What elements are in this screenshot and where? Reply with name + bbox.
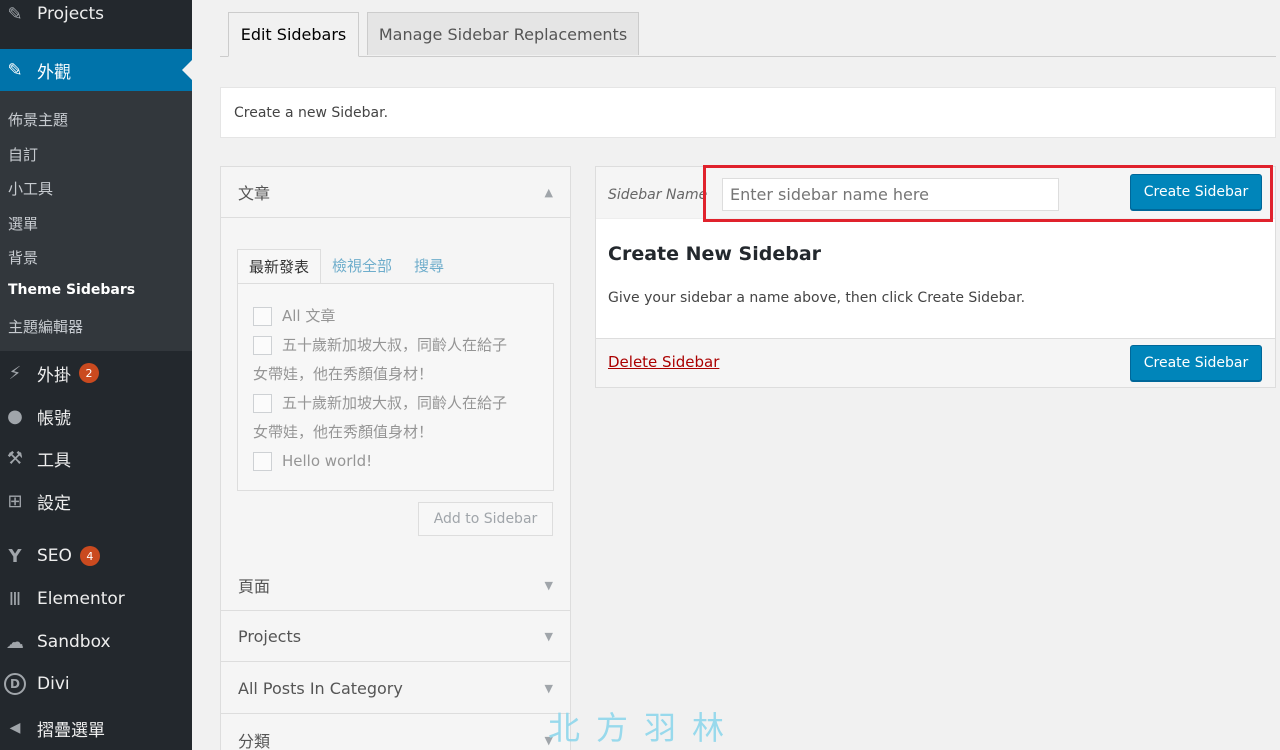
- checkbox[interactable]: [253, 307, 272, 326]
- update-badge: 2: [79, 363, 99, 383]
- submenu-item-widgets[interactable]: 小工具: [8, 178, 53, 199]
- list-item[interactable]: 五十歲新加坡大叔，同齡人在給子: [253, 331, 507, 360]
- panel-footer: Delete Sidebar Create Sidebar: [596, 338, 1275, 387]
- accordion-section-categories[interactable]: 分類 ▼: [221, 715, 570, 750]
- list-item-continuation: 女帶娃，他在秀顏值身材！: [253, 423, 434, 441]
- menu-item-elementor[interactable]: Ⅲ Elementor: [0, 578, 192, 620]
- menu-item-seo[interactable]: Y SEO 4: [0, 535, 192, 577]
- accordion-section-all-posts-in-category[interactable]: All Posts In Category ▼: [221, 663, 570, 714]
- yoast-icon: Y: [8, 545, 22, 567]
- divi-icon: D: [4, 673, 26, 695]
- tabs-divider: [220, 56, 1276, 57]
- posts-checklist: All 文章 五十歲新加坡大叔，同齡人在給子 女帶娃，他在秀顏值身材！ 五十歲新…: [237, 283, 554, 491]
- pin-icon: ✎: [7, 3, 23, 25]
- user-icon: ●: [7, 405, 23, 427]
- create-sidebar-button-bottom[interactable]: Create Sidebar: [1130, 345, 1262, 381]
- list-item[interactable]: 五十歲新加坡大叔，同齡人在給子: [253, 389, 507, 418]
- plugin-icon: ⚡: [8, 362, 22, 384]
- submenu-item-customize[interactable]: 自訂: [8, 144, 38, 165]
- list-item-continuation: 女帶娃，他在秀顏值身材！: [253, 365, 434, 383]
- sidebar-name-label: Sidebar Name: [608, 187, 708, 203]
- collapse-icon: ◀: [9, 720, 21, 736]
- menu-item-sandbox[interactable]: ☁ Sandbox: [0, 621, 192, 663]
- chevron-down-icon: ▼: [544, 681, 553, 695]
- tab-view-all[interactable]: 檢視全部: [321, 249, 403, 284]
- menu-item-settings[interactable]: ⊞ 設定: [0, 480, 192, 522]
- menu-item-divi[interactable]: D Divi: [0, 663, 192, 705]
- add-to-sidebar-button[interactable]: Add to Sidebar: [418, 502, 553, 536]
- submenu-item-menus[interactable]: 選單: [8, 213, 38, 234]
- panel-description: Give your sidebar a name above, then cli…: [608, 290, 1026, 306]
- submenu-item-themes[interactable]: 佈景主題: [8, 109, 68, 130]
- checkbox[interactable]: [253, 336, 272, 355]
- tab-edit-sidebars[interactable]: Edit Sidebars: [228, 12, 359, 57]
- posts-subtabs: 最新發表 檢視全部 搜尋: [237, 249, 455, 284]
- chevron-down-icon: ▼: [544, 629, 553, 643]
- notice-text: Create a new Sidebar.: [234, 104, 389, 121]
- menu-item-users[interactable]: ● 帳號: [0, 395, 192, 437]
- settings-icon: ⊞: [7, 490, 23, 512]
- menu-item-projects[interactable]: ✎ Projects: [0, 0, 192, 28]
- collapse-menu-button[interactable]: ◀ 摺疊選單: [0, 707, 192, 749]
- seo-badge: 4: [79, 546, 100, 566]
- cloud-icon: ☁: [6, 631, 24, 653]
- list-item[interactable]: All 文章: [253, 302, 335, 331]
- chevron-up-icon: ▲: [544, 185, 553, 199]
- section-title: 頁面: [238, 577, 271, 596]
- submenu-item-background[interactable]: 背景: [8, 247, 38, 268]
- chevron-down-icon: ▼: [544, 578, 553, 592]
- section-title: 文章: [238, 184, 271, 203]
- accordion-section-posts[interactable]: 文章 ▲: [221, 167, 570, 218]
- menu-item-tools[interactable]: ⚒ 工具: [0, 437, 192, 479]
- list-item[interactable]: Hello world!: [253, 447, 372, 476]
- posts-panel: 最新發表 檢視全部 搜尋 All 文章 五十歲新加坡大叔，同齡人在給子 女帶娃，…: [221, 219, 570, 559]
- submenu-item-theme-editor[interactable]: 主題編輯器: [8, 316, 83, 337]
- submenu-item-theme-sidebars[interactable]: Theme Sidebars: [8, 282, 135, 298]
- section-title: All Posts In Category: [238, 678, 403, 698]
- accordion-section-pages[interactable]: 頁面 ▼: [221, 560, 570, 611]
- tab-manage-sidebar-replacements[interactable]: Manage Sidebar Replacements: [367, 12, 639, 55]
- notice-box: Create a new Sidebar.: [220, 87, 1276, 138]
- tab-most-recent[interactable]: 最新發表: [237, 249, 322, 284]
- wrench-icon: ⚒: [6, 447, 24, 469]
- panel-title: Create New Sidebar: [608, 243, 822, 265]
- delete-sidebar-link[interactable]: Delete Sidebar: [608, 353, 719, 371]
- content-accordion: 文章 ▲ 最新發表 檢視全部 搜尋 All 文章 五十歲新加坡大叔，同齡人在給子…: [220, 166, 571, 750]
- elementor-icon: Ⅲ: [8, 588, 22, 610]
- section-title: Projects: [238, 626, 302, 646]
- highlight-box: [703, 165, 1273, 222]
- tab-search[interactable]: 搜尋: [403, 249, 455, 284]
- checkbox[interactable]: [253, 394, 272, 413]
- menu-item-plugins[interactable]: ⚡ 外掛 2: [0, 352, 192, 394]
- watermark-text: 北方羽林: [548, 709, 741, 747]
- admin-sidebar: ✎ Projects ✎ 外觀 佈景主題 自訂 小工具 選單 背景 Theme …: [0, 0, 192, 750]
- accordion-section-projects[interactable]: Projects ▼: [221, 611, 570, 662]
- menu-item-appearance[interactable]: ✎ 外觀: [0, 49, 192, 91]
- paintbrush-icon: ✎: [7, 59, 23, 81]
- section-title: 分類: [238, 732, 271, 750]
- checkbox[interactable]: [253, 452, 272, 471]
